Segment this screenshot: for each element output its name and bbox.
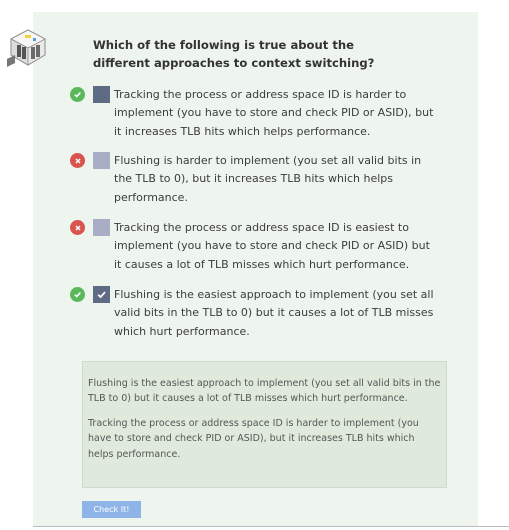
x-circle-icon: [70, 220, 85, 235]
x-circle-icon: [70, 153, 85, 168]
check-circle-icon: [70, 287, 85, 302]
checkmark-icon: [97, 291, 106, 299]
question-text: Which of the following is true about the…: [93, 38, 375, 70]
server-room-icon: [7, 29, 46, 67]
answer-checkbox[interactable]: [93, 152, 110, 169]
feedback-panel: Flushing is the easiest approach to impl…: [82, 361, 447, 488]
answer-checkbox[interactable]: [93, 86, 110, 103]
answer-text: Tracking the process or address space ID…: [114, 88, 434, 138]
check-circle-icon: [70, 87, 85, 102]
divider: [33, 526, 509, 527]
check-it-button[interactable]: Check It!: [82, 501, 141, 518]
feedback-text: Flushing is the easiest approach to impl…: [88, 378, 441, 405]
answer-text: Flushing is harder to implement (you set…: [114, 154, 422, 204]
feedback-text: Tracking the process or address space ID…: [88, 417, 419, 460]
answer-text: Tracking the process or address space ID…: [114, 221, 430, 271]
answer-text: Flushing is the easiest approach to impl…: [114, 288, 434, 338]
answer-checkbox[interactable]: [93, 286, 110, 303]
answer-checkbox[interactable]: [93, 219, 110, 236]
